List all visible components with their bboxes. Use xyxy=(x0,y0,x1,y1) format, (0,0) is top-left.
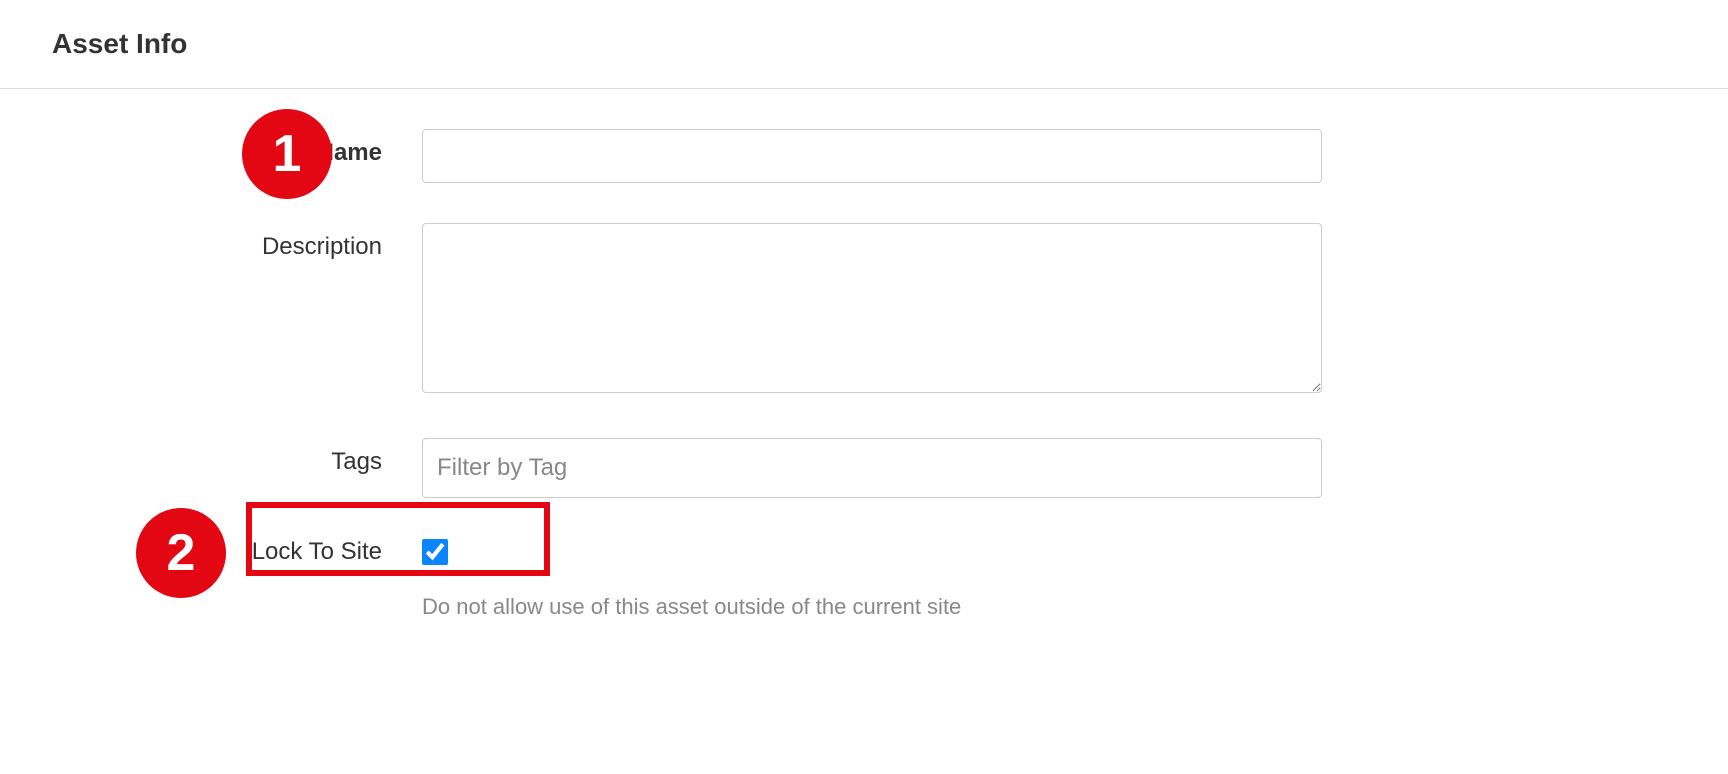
tags-input[interactable] xyxy=(422,438,1322,498)
lock-to-site-help-text: Do not allow use of this asset outside o… xyxy=(422,576,961,620)
name-label: Name xyxy=(52,129,422,167)
asset-info-form: 1 Name Description Tags 2 Lock To Site D… xyxy=(0,89,1728,620)
tags-label: Tags xyxy=(52,438,422,476)
lock-to-site-label: Lock To Site xyxy=(52,538,422,566)
lock-to-site-row: 2 Lock To Site xyxy=(52,538,1676,566)
name-input[interactable] xyxy=(422,129,1322,183)
description-row: Description xyxy=(52,223,1676,398)
lock-to-site-help-row: Do not allow use of this asset outside o… xyxy=(52,576,1676,620)
lock-to-site-checkbox[interactable] xyxy=(422,539,448,565)
annotation-badge-1: 1 xyxy=(242,109,332,199)
description-input[interactable] xyxy=(422,223,1322,393)
tags-row: Tags xyxy=(52,438,1676,498)
section-title: Asset Info xyxy=(0,0,1728,88)
name-row: 1 Name xyxy=(52,129,1676,183)
description-label: Description xyxy=(52,223,422,261)
annotation-badge-2: 2 xyxy=(136,508,226,598)
